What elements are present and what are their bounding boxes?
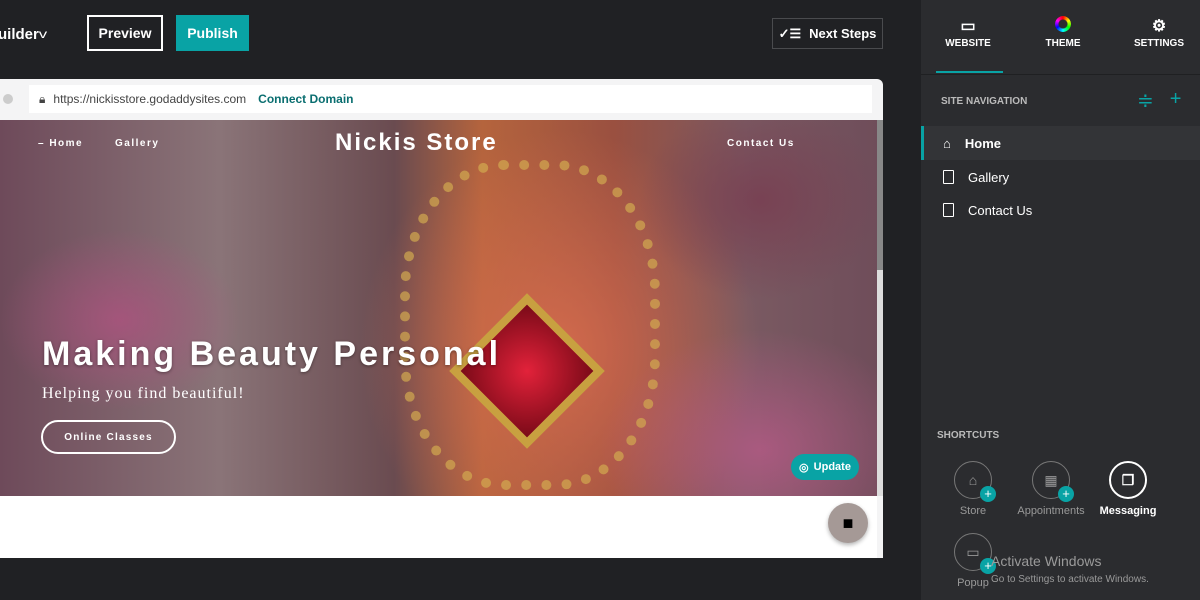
shortcuts-heading: SHORTCUTS (937, 430, 1000, 441)
page-label: Contact Us (968, 202, 1033, 218)
shortcut-appointments[interactable]: ▦ + Appointments (1011, 461, 1091, 517)
watermark-title: Activate Windows (991, 553, 1102, 569)
shortcut-label: Store (959, 505, 987, 517)
page-icon (943, 170, 954, 184)
shortcut-messaging[interactable]: ❐ Messaging (1088, 461, 1168, 517)
add-page-icon[interactable]: + (1170, 88, 1182, 113)
hero-subheadline: Helping you find beautiful! (42, 385, 245, 402)
window-dot (3, 94, 13, 104)
hero-headline: Making Beauty Personal (42, 335, 502, 373)
gear-icon: ⚙ (1151, 18, 1167, 35)
site-preview-frame: 🔒︎ https://nickisstore.godaddysites.com … (0, 79, 883, 558)
active-tab-indicator (936, 71, 1003, 73)
activate-windows-watermark: Activate Windows Go to Settings to activa… (991, 553, 1149, 587)
top-bar: uilder v Preview Publish ✓☰ Next Steps (0, 0, 920, 70)
page-label: Home (964, 135, 1001, 151)
next-steps-label: Next Steps (809, 26, 877, 41)
plus-icon: + (1058, 486, 1074, 502)
chat-button[interactable]: ■ (828, 503, 868, 543)
camera-icon: ◎ (799, 461, 809, 474)
online-classes-button[interactable]: Online Classes (41, 420, 176, 454)
shortcut-label: Messaging (1099, 505, 1157, 517)
watermark-subtitle: Go to Settings to activate Windows. (991, 574, 1149, 585)
tab-label: SETTINGS (1133, 38, 1184, 49)
store-icon: ⌂ (968, 472, 978, 488)
shortcut-label: Appointments (1017, 505, 1085, 517)
page-item-home[interactable]: ⌂ Home (921, 126, 1200, 160)
divider (921, 74, 1200, 75)
page-item-contact-us[interactable]: Contact Us (921, 193, 1200, 227)
address-bar: 🔒︎ https://nickisstore.godaddysites.com … (29, 85, 872, 113)
preview-scrollbar[interactable] (877, 120, 883, 496)
chat-icon: ■ (842, 512, 854, 533)
home-icon: ⌂ (943, 135, 951, 151)
tab-theme[interactable]: THEME (1018, 16, 1108, 49)
update-image-button[interactable]: ◎ Update (791, 454, 859, 480)
site-url: https://nickisstore.godaddysites.com (53, 92, 247, 106)
update-label: Update (813, 461, 851, 473)
color-ring-icon (1018, 16, 1108, 38)
tab-label: THEME (1045, 38, 1081, 49)
site-title: Nickis Store (335, 129, 498, 156)
site-nav-contact[interactable]: Contact Us (727, 138, 795, 149)
content-section (0, 496, 877, 558)
popup-icon: ▭ (966, 543, 980, 560)
site-nav-gallery[interactable]: Gallery (115, 138, 159, 149)
side-panel: ▭ WEBSITE THEME ⚙ SETTINGS SITE NAVIGATION… (921, 0, 1200, 600)
page-icon (943, 203, 954, 217)
site-navigation-heading: SITE NAVIGATION (941, 96, 1028, 107)
lock-icon: 🔒︎ (39, 91, 46, 106)
checklist-icon: ✓☰ (778, 25, 802, 41)
site-nav-home[interactable]: – Home (38, 138, 83, 149)
calendar-icon: ▦ (1044, 471, 1058, 488)
shortcut-store[interactable]: ⌂ + Store (933, 461, 1013, 517)
messaging-icon: ❐ (1121, 471, 1135, 488)
tab-settings[interactable]: ⚙ SETTINGS (1114, 16, 1200, 49)
reorder-icon[interactable]: ≑ (1137, 88, 1154, 113)
preview-button[interactable]: Preview (87, 15, 163, 51)
page-item-gallery[interactable]: Gallery (921, 160, 1200, 194)
shortcut-label: Popup (957, 577, 989, 589)
plus-icon: + (980, 486, 996, 502)
connect-domain-link[interactable]: Connect Domain (258, 92, 353, 106)
hero-section[interactable]: – Home Gallery Contact Us Nickis Store M… (0, 120, 877, 496)
next-steps-button[interactable]: ✓☰ Next Steps (772, 18, 883, 49)
chevron-down-icon[interactable]: v (39, 27, 47, 41)
publish-button[interactable]: Publish (176, 15, 249, 51)
browser-window-icon: ▭ (960, 18, 976, 35)
tab-label: WEBSITE (945, 38, 991, 49)
tab-website[interactable]: ▭ WEBSITE (923, 16, 1013, 49)
builder-menu[interactable]: uilder (0, 26, 39, 43)
page-label: Gallery (968, 169, 1010, 185)
